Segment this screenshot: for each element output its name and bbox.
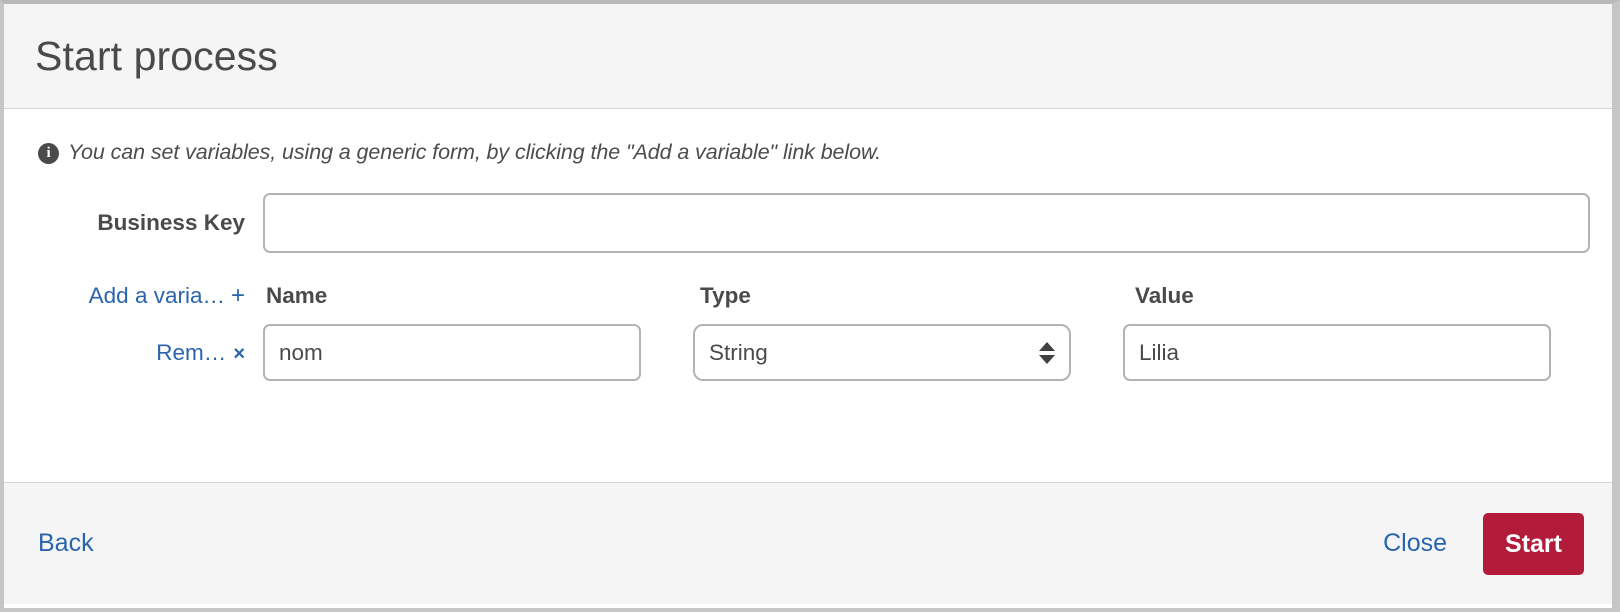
- modal-header: Start process: [4, 4, 1612, 109]
- column-header-name: Name: [266, 283, 328, 308]
- business-key-row: Business Key: [4, 193, 1612, 253]
- page-title: Start process: [35, 32, 278, 79]
- variable-type-select-value[interactable]: String: [693, 324, 1071, 381]
- business-key-input[interactable]: [263, 193, 1590, 253]
- variable-type-select[interactable]: String: [693, 324, 1071, 381]
- add-variable-cell: Add a varia… +: [4, 282, 263, 310]
- add-variable-link[interactable]: Add a varia… +: [88, 282, 245, 309]
- variable-name-cell: [263, 324, 693, 381]
- variable-value-cell: [1123, 324, 1612, 381]
- add-variable-label: Add a varia…: [88, 283, 225, 308]
- footer-left: Back: [38, 529, 94, 558]
- modal-footer: Back Close Start: [4, 482, 1612, 604]
- info-message-text: You can set variables, using a generic f…: [68, 140, 882, 164]
- remove-variable-label: Rem…: [156, 339, 227, 365]
- variable-type-cell: String: [693, 324, 1123, 381]
- business-key-field: [263, 193, 1612, 253]
- remove-variable-cell: Rem… ×: [4, 340, 263, 366]
- remove-variable-link[interactable]: Rem… ×: [156, 340, 245, 365]
- business-key-label: Business Key: [97, 210, 245, 235]
- start-button[interactable]: Start: [1483, 512, 1584, 575]
- info-circle-icon: i: [38, 143, 59, 164]
- close-icon: ×: [233, 342, 245, 365]
- variable-name-input[interactable]: [263, 324, 641, 381]
- column-header-value: Value: [1135, 283, 1194, 308]
- plus-icon: +: [230, 282, 245, 309]
- variable-row: Rem… × String: [4, 324, 1612, 381]
- start-process-modal: Start process i You can set variables, u…: [0, 0, 1620, 612]
- footer-right: Close Start: [1383, 512, 1584, 575]
- modal-body: i You can set variables, using a generic…: [4, 109, 1612, 482]
- close-link[interactable]: Close: [1383, 529, 1447, 558]
- info-message: i You can set variables, using a generic…: [4, 109, 1612, 165]
- variables-header-row: Add a varia… + Name Type Value: [4, 282, 1612, 310]
- back-link[interactable]: Back: [38, 529, 94, 558]
- column-header-type: Type: [700, 283, 751, 308]
- variable-value-input[interactable]: [1123, 324, 1551, 381]
